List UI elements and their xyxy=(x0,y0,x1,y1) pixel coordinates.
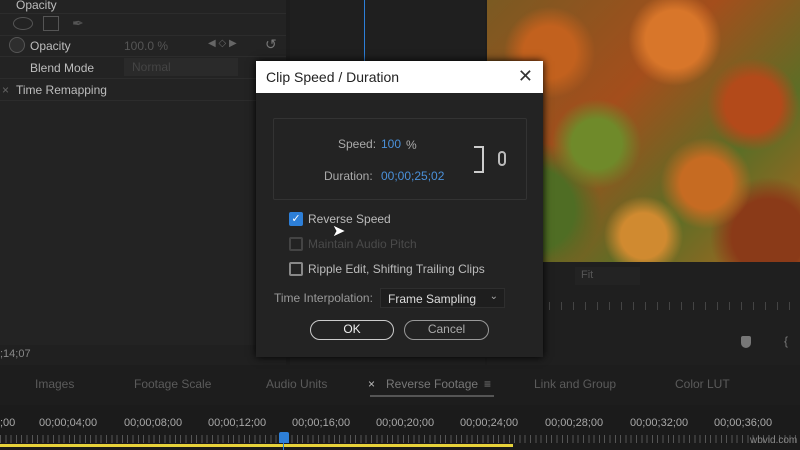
marker-icon[interactable] xyxy=(741,336,751,348)
tab-images[interactable]: Images xyxy=(35,377,74,391)
ruler-ticks xyxy=(0,435,800,443)
playhead[interactable] xyxy=(279,432,289,443)
tab-audio-units[interactable]: Audio Units xyxy=(266,377,327,391)
opacity-value[interactable]: 100.0 % xyxy=(124,39,168,53)
opacity-section[interactable]: Opacity xyxy=(0,0,286,14)
chevron-down-icon: ⌄ xyxy=(489,291,498,302)
active-tab-underline xyxy=(370,395,494,397)
tab-menu-icon[interactable]: ≡ xyxy=(484,377,491,391)
fit-dropdown[interactable]: Fit xyxy=(575,267,640,285)
clip-speed-dialog: Clip Speed / Duration ✕ Speed: 100 % Dur… xyxy=(256,61,543,357)
rectangle-mask-icon[interactable] xyxy=(43,16,59,31)
timecode-bar: ;14;07 xyxy=(0,345,286,365)
ellipse-mask-icon[interactable] xyxy=(13,17,33,30)
opacity-row: Opacity 100.0 % ◀ ◇ ▶ ↺ xyxy=(0,35,286,57)
tab-reverse-footage[interactable]: Reverse Footage xyxy=(386,377,478,391)
stopwatch-icon[interactable] xyxy=(9,37,25,53)
time-remapping-row[interactable]: × Time Remapping xyxy=(0,79,286,101)
watermark: wbvid.com xyxy=(750,435,798,446)
brace-icon[interactable]: { xyxy=(784,334,788,348)
panel-tabs: Images Footage Scale Audio Units × Rever… xyxy=(0,370,800,400)
tab-color-lut[interactable]: Color LUT xyxy=(675,377,730,391)
monitor-ruler[interactable] xyxy=(537,302,800,310)
speed-input[interactable]: 100 xyxy=(381,137,401,151)
cancel-button[interactable]: Cancel xyxy=(404,320,489,340)
mouse-cursor-icon: ➤ xyxy=(332,223,346,240)
blend-mode-select[interactable]: Normal xyxy=(124,58,238,76)
maintain-pitch-checkbox[interactable] xyxy=(289,237,303,251)
timeline-ruler[interactable]: ;00 00;00;04;00 00;00;08;00 00;00;12;00 … xyxy=(0,405,800,450)
ok-button[interactable]: OK xyxy=(310,320,394,340)
reset-icon[interactable]: ↺ xyxy=(265,36,277,53)
duration-input[interactable]: 00;00;25;02 xyxy=(381,169,444,183)
playhead-line xyxy=(283,443,284,450)
speed-duration-box: Speed: 100 % Duration: 00;00;25;02 xyxy=(273,118,527,200)
mask-tools: ✒ xyxy=(0,14,286,36)
current-timecode[interactable]: ;14;07 xyxy=(0,348,31,360)
time-interpolation-select[interactable]: Frame Sampling ⌄ xyxy=(380,288,505,308)
keyframe-nav-icon[interactable]: ◀ ◇ ▶ xyxy=(208,38,237,49)
reverse-speed-checkbox[interactable]: ✓ xyxy=(289,212,303,226)
tab-link-and-group[interactable]: Link and Group xyxy=(534,377,616,391)
work-area-bar[interactable] xyxy=(0,444,513,447)
tab-footage-scale[interactable]: Footage Scale xyxy=(134,377,211,391)
blend-mode-row: Blend Mode Normal xyxy=(0,57,286,79)
ripple-edit-checkbox[interactable] xyxy=(289,262,303,276)
tab-close-icon[interactable]: × xyxy=(368,377,375,391)
effect-controls-panel: Opacity ✒ Opacity 100.0 % ◀ ◇ ▶ ↺ Blend … xyxy=(0,0,286,345)
close-icon[interactable]: ✕ xyxy=(518,66,533,87)
pen-mask-icon[interactable]: ✒ xyxy=(72,15,84,32)
link-bracket xyxy=(474,146,484,173)
link-icon[interactable] xyxy=(498,151,506,166)
dialog-title: Clip Speed / Duration xyxy=(256,61,543,93)
